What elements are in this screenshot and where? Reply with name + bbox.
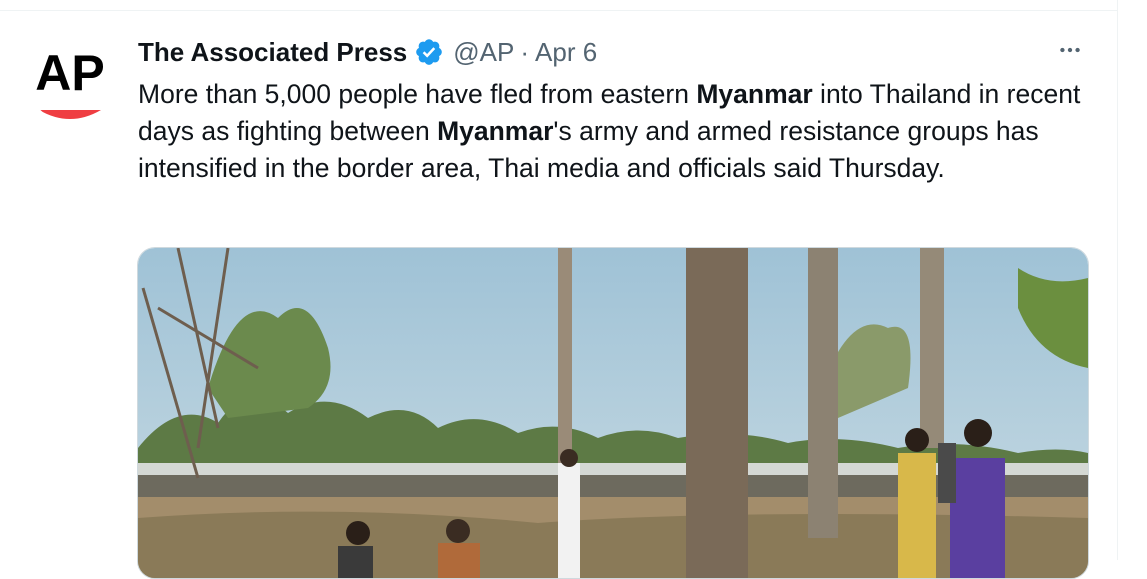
tweet-header: The Associated Press @AP · Apr 6 [138, 34, 597, 70]
separator: · [520, 36, 530, 67]
column-border [1117, 0, 1118, 560]
tweet-media-photo[interactable] [137, 247, 1089, 579]
timeline-divider [0, 10, 1118, 11]
display-name[interactable]: The Associated Press [138, 37, 407, 68]
more-horizontal-icon [1057, 37, 1083, 68]
avatar[interactable]: AP [26, 32, 116, 122]
tweet-date[interactable]: Apr 6 [535, 37, 597, 68]
svg-text:AP: AP [35, 45, 104, 101]
hashtag-highlight: Myanmar [696, 79, 813, 109]
tweet-text-segment: More than 5,000 people have fled from ea… [138, 79, 697, 109]
tweet-text: More than 5,000 people have fled from ea… [138, 76, 1098, 187]
verified-badge-icon[interactable] [414, 37, 444, 67]
hashtag-highlight: Myanmar [437, 116, 554, 146]
handle[interactable]: @AP [453, 37, 514, 68]
more-button[interactable] [1050, 34, 1090, 70]
